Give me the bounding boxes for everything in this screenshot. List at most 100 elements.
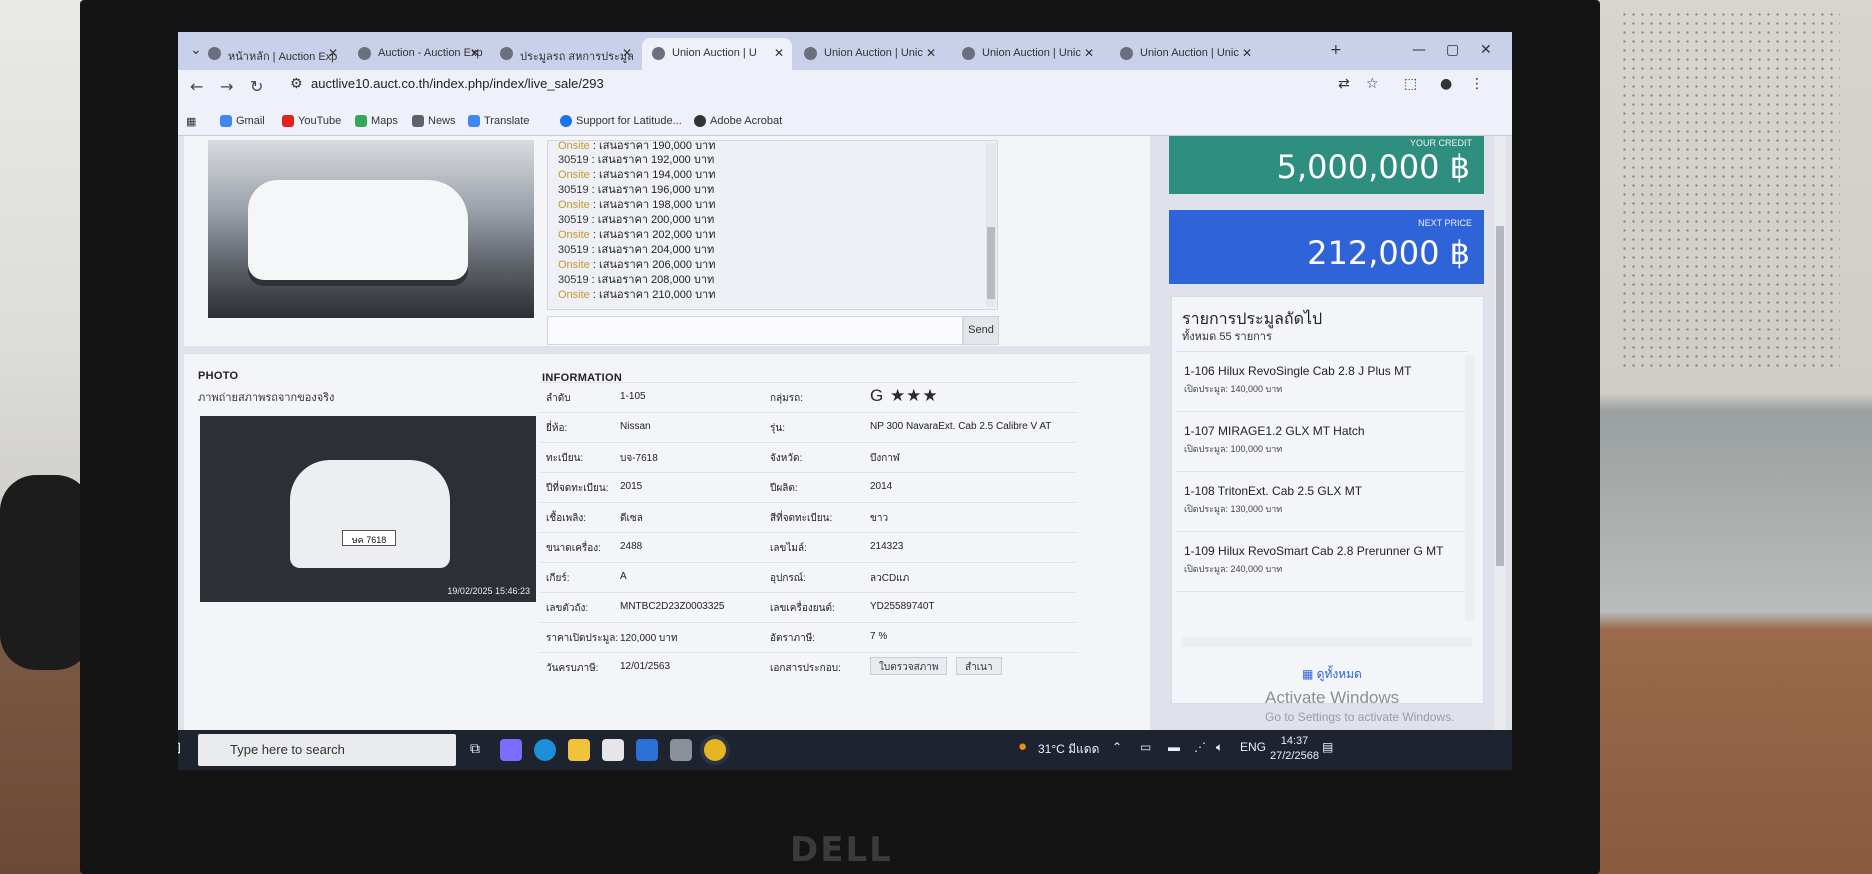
info-label: ปีที่จดทะเบียน: [546, 483, 609, 494]
windows-start-icon[interactable]: ⊞ [178, 738, 181, 758]
table-row: ขนาดเครื่อง: 2488 เลขไมล์: 214323 [540, 532, 1076, 562]
close-tab-icon[interactable]: ✕ [1242, 46, 1252, 60]
car-front-image: ษค 7618 [290, 460, 450, 568]
info-value: 2015 [620, 481, 643, 492]
taskbar-clock[interactable]: 14:37 27/2/2568 [1270, 734, 1319, 764]
bookmark-support-latitude[interactable]: Support for Latitude... [560, 115, 682, 127]
copilot-icon[interactable] [500, 739, 522, 761]
clock-time: 14:37 [1280, 735, 1309, 747]
forward-icon[interactable]: → [220, 77, 233, 96]
table-row: ยี่ห้อ: Nissan รุ่น: NP 300 NavaraExt. C… [540, 412, 1076, 442]
bookmark-maps[interactable]: Maps [355, 115, 398, 127]
info-label: ทะเบียน: [546, 453, 584, 464]
tray-app-icon[interactable]: ▭ [1140, 740, 1151, 754]
upcoming-horizontal-scrollbar[interactable] [1182, 637, 1472, 647]
volume-icon[interactable]: 🔈︎ [1216, 740, 1223, 755]
car-image [248, 180, 468, 280]
bookmark-adobe-acrobat[interactable]: Adobe Acrobat [694, 115, 782, 127]
bookmark-translate[interactable]: Translate [468, 115, 529, 127]
next-price-box: NEXT PRICE 212,000 ฿ [1169, 210, 1484, 284]
bidder-name: Onsite [558, 289, 590, 301]
bookmark-gmail[interactable]: Gmail [220, 115, 265, 127]
browser-tab-7[interactable]: Union Auction | Unic ✕ [1110, 38, 1260, 70]
bid-text: เสนอราคา 210,000 บาท [598, 289, 716, 301]
list-item[interactable]: 1-106 Hilux RevoSingle Cab 2.8 J Plus MT… [1176, 352, 1468, 412]
activate-windows-subtitle: Go to Settings to activate Windows. [1265, 710, 1455, 724]
back-icon[interactable]: ← [190, 77, 203, 96]
info-label: เอกสารประกอบ: [770, 663, 841, 674]
bid-log-scroll-thumb[interactable] [987, 227, 995, 299]
live-video[interactable] [208, 140, 534, 318]
table-row: เกียร์: A อุปกรณ์: ลวCDแภ [540, 562, 1076, 592]
url-text[interactable]: auctlive10.auct.co.th/index.php/index/li… [311, 76, 604, 91]
new-tab-icon[interactable]: + [1330, 42, 1342, 58]
translate-icon[interactable]: ⇄ [1338, 76, 1350, 92]
bookmark-news[interactable]: News [412, 115, 456, 127]
browser-tab-4-active[interactable]: Union Auction | U ✕ [642, 38, 792, 70]
bookmark-label: News [428, 115, 456, 127]
youtube-icon [282, 115, 294, 127]
store-icon[interactable] [602, 739, 624, 761]
vehicle-photo[interactable]: ษค 7618 19/02/2025 15:46:23 [200, 416, 536, 602]
browser-tab-5[interactable]: Union Auction | Unic ✕ [794, 38, 944, 70]
lot-start-price: เปิดประมูล: 100,000 บาท [1184, 444, 1283, 454]
list-item[interactable]: 1-109 Hilux RevoSmart Cab 2.8 Prerunner … [1176, 532, 1468, 592]
camera-icon[interactable] [670, 739, 692, 761]
profile-icon[interactable]: ● [1440, 76, 1452, 92]
menu-icon[interactable]: ⋮ [1470, 76, 1484, 92]
view-all-link[interactable]: ▦ ดูทั้งหมด [1302, 665, 1362, 684]
background-tire [0, 475, 92, 670]
close-tab-icon[interactable]: ✕ [774, 46, 784, 60]
tray-chevron-icon[interactable]: ⌃ [1112, 740, 1122, 754]
inspection-report-button[interactable]: ใบตรวจสภาพ [870, 657, 948, 675]
bookmark-star-icon[interactable]: ☆ [1366, 76, 1379, 92]
browser-tab-3[interactable]: ประมูลรถ สหการประมูล ✕ [490, 38, 640, 70]
outlook-icon[interactable] [636, 739, 658, 761]
edge-icon[interactable] [534, 739, 556, 761]
table-row: ปีที่จดทะเบียน: 2015 ปีผลิต: 2014 [540, 472, 1076, 502]
chrome-icon[interactable] [704, 739, 726, 761]
next-price-label: NEXT PRICE [1418, 218, 1472, 228]
upcoming-scrollbar[interactable] [1465, 355, 1475, 621]
browser-tab-2[interactable]: Auction - Auction Exp ✕ [348, 38, 488, 70]
close-window-icon[interactable]: ✕ [1480, 42, 1492, 58]
browser-tab-1[interactable]: หน้าหลัก | Auction Exp ✕ [198, 38, 346, 70]
file-explorer-icon[interactable] [568, 739, 590, 761]
close-tab-icon[interactable]: ✕ [328, 46, 338, 60]
list-item[interactable]: 1-108 TritonExt. Cab 2.5 GLX MT เปิดประม… [1176, 472, 1468, 532]
network-icon[interactable]: ⋰ [1194, 740, 1206, 754]
message-input[interactable] [547, 316, 963, 345]
bookmark-youtube[interactable]: YouTube [282, 115, 341, 127]
activate-windows-title: Activate Windows [1265, 688, 1400, 707]
info-value: ดีเซล [620, 513, 643, 524]
page-scroll-thumb[interactable] [1496, 226, 1504, 566]
extensions-icon[interactable]: ⬚ [1404, 76, 1417, 92]
browser-tab-6[interactable]: Union Auction | Unic ✕ [952, 38, 1102, 70]
close-tab-icon[interactable]: ✕ [1084, 46, 1094, 60]
site-info-icon[interactable]: ⚙ [290, 76, 303, 92]
google-icon [220, 115, 232, 127]
info-label: เชื้อเพลิง: [546, 513, 587, 524]
copy-document-button[interactable]: สำเนา [956, 657, 1002, 675]
maximize-icon[interactable]: ▢ [1446, 42, 1459, 58]
close-tab-icon[interactable]: ✕ [926, 46, 936, 60]
info-label: รุ่น: [770, 423, 785, 434]
table-row: วันครบภาษี: 12/01/2563 เอกสารประกอบ: ใบต… [540, 652, 1076, 682]
battery-icon[interactable]: ▬ [1168, 740, 1180, 754]
close-tab-icon[interactable]: ✕ [470, 46, 480, 60]
tab-favicon-icon [358, 47, 371, 60]
info-value: NP 300 NavaraExt. Cab 2.5 Calibre V AT [870, 421, 1052, 432]
minimize-icon[interactable]: — [1412, 42, 1426, 58]
close-tab-icon[interactable]: ✕ [622, 46, 632, 60]
weather-text[interactable]: 31°C มีแดด [1038, 740, 1099, 759]
list-item[interactable]: 1-107 MIRAGE1.2 GLX MT Hatch เปิดประมูล:… [1176, 412, 1468, 472]
notifications-icon[interactable]: ▤ [1322, 740, 1333, 754]
task-view-icon[interactable]: ⧉ [470, 740, 480, 757]
lot-name: 1-107 MIRAGE1.2 GLX MT Hatch [1184, 424, 1365, 438]
send-button[interactable]: Send [963, 316, 999, 345]
reload-icon[interactable]: ↻ [250, 77, 263, 96]
apps-grid-icon[interactable]: ▦ [186, 115, 196, 128]
taskbar-search-input[interactable]: Type here to search [198, 734, 456, 766]
language-indicator[interactable]: ENG [1240, 740, 1266, 754]
upcoming-count: ทั้งหมด 55 รายการ [1182, 331, 1272, 343]
